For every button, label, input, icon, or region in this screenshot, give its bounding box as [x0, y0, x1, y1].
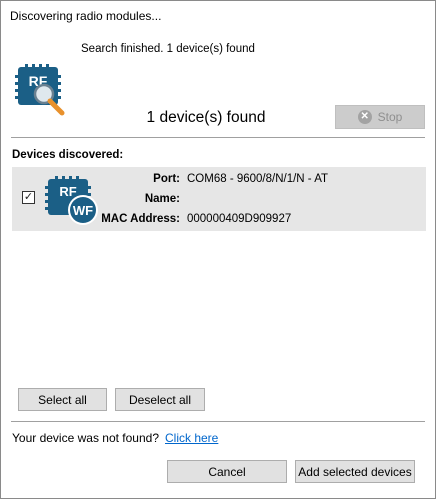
- discovery-dialog: Discovering radio modules... Search fini…: [0, 0, 436, 499]
- stop-button-label: Stop: [377, 110, 403, 124]
- device-checkbox[interactable]: ✓: [22, 191, 35, 204]
- add-selected-devices-button[interactable]: Add selected devices: [295, 460, 415, 483]
- mac-address-label: MAC Address:: [101, 213, 180, 225]
- mac-address-value: 000000409D909927: [187, 213, 292, 225]
- search-status-text: Search finished. 1 device(s) found: [81, 43, 255, 55]
- stop-button[interactable]: ✕ Stop: [335, 105, 425, 129]
- bottom-separator: [11, 421, 425, 422]
- title-bar[interactable]: Discovering radio modules...: [1, 1, 435, 31]
- window-title: Discovering radio modules...: [10, 9, 162, 23]
- add-selected-devices-label: Add selected devices: [298, 464, 412, 479]
- port-value: COM68 - 9600/8/N/1/N - AT: [187, 173, 329, 185]
- click-here-link[interactable]: Click here: [165, 431, 218, 445]
- deselect-all-button[interactable]: Deselect all: [115, 388, 205, 411]
- select-all-label: Select all: [38, 392, 87, 407]
- top-separator: [11, 137, 425, 138]
- cancel-button[interactable]: Cancel: [167, 460, 287, 483]
- device-list-item[interactable]: ✓ RF WF Port: COM68 - 9600/8/N/1/N - AT …: [12, 167, 426, 231]
- stop-icon: ✕: [357, 110, 372, 124]
- cancel-label: Cancel: [208, 464, 246, 479]
- name-label: Name:: [144, 193, 180, 205]
- select-all-button[interactable]: Select all: [18, 388, 107, 411]
- deselect-all-label: Deselect all: [128, 392, 192, 407]
- devices-heading: Devices discovered:: [12, 149, 124, 161]
- device-not-found-text: Your device was not found?: [12, 431, 159, 445]
- port-label: Port:: [153, 173, 180, 185]
